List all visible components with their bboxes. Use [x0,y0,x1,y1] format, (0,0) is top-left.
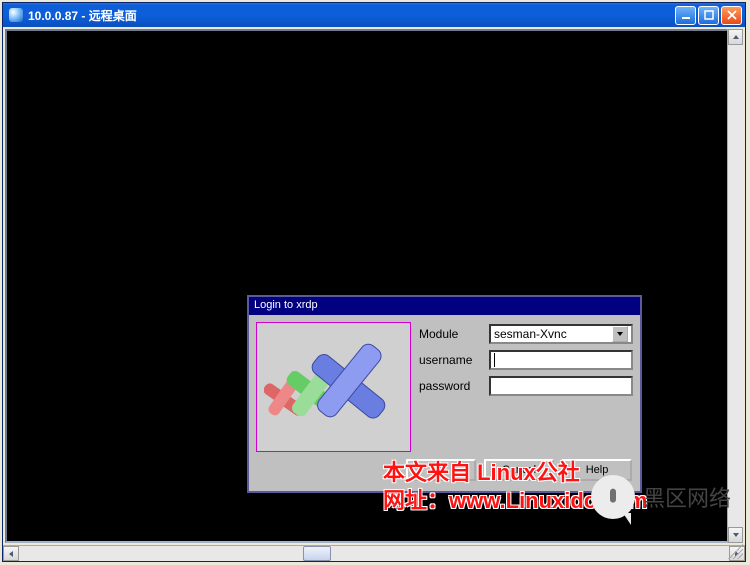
arrow-down-icon [732,531,740,539]
username-input[interactable] [489,350,633,370]
dialog-title[interactable]: Login to xrdp [249,297,640,315]
password-label: password [419,379,489,393]
window-controls [675,6,742,25]
remote-desktop-window: 10.0.0.87 - 远程桌面 Login to xrdp [2,2,746,562]
horizontal-scrollbar[interactable] [3,545,745,561]
resize-grip[interactable] [728,544,743,559]
maximize-icon [704,10,714,20]
password-input[interactable] [489,376,633,396]
ok-button[interactable]: OK [406,459,476,481]
rdp-icon [9,8,23,22]
text-cursor [494,353,495,367]
minimize-icon [681,10,691,20]
arrow-left-icon [7,550,15,558]
xrdp-login-dialog: Login to xrdp [247,295,642,493]
h-scroll-thumb[interactable] [303,546,331,561]
dropdown-button[interactable] [612,326,628,342]
remote-session-area: Login to xrdp [5,29,743,543]
close-icon [727,10,737,20]
username-label: username [419,353,489,367]
module-value: sesman-Xvnc [494,327,567,341]
arrow-up-icon [732,33,740,41]
help-button[interactable]: Help [562,459,632,481]
module-row: Module sesman-Xvnc [419,324,633,344]
username-row: username [419,350,633,370]
xrdp-logo-icon [264,327,404,447]
dialog-buttons: OK Cancel Help [249,459,640,491]
window-title: 10.0.0.87 - 远程桌面 [28,7,675,24]
module-label: Module [419,327,489,341]
close-button[interactable] [721,6,742,25]
cancel-button[interactable]: Cancel [484,459,554,481]
maximize-button[interactable] [698,6,719,25]
minimize-button[interactable] [675,6,696,25]
password-row: password [419,376,633,396]
login-form: Module sesman-Xvnc username [419,322,633,452]
module-select[interactable]: sesman-Xvnc [489,324,633,344]
scroll-down-button[interactable] [728,527,743,543]
dialog-body: Module sesman-Xvnc username [249,315,640,459]
scroll-left-button[interactable] [3,546,19,561]
window-titlebar[interactable]: 10.0.0.87 - 远程桌面 [3,3,745,27]
scroll-up-button[interactable] [728,29,743,45]
vertical-scrollbar[interactable] [727,29,743,543]
h-scroll-track[interactable] [19,546,729,561]
v-scroll-track[interactable] [728,45,743,527]
xrdp-logo-box [256,322,411,452]
chevron-down-icon [616,330,624,338]
